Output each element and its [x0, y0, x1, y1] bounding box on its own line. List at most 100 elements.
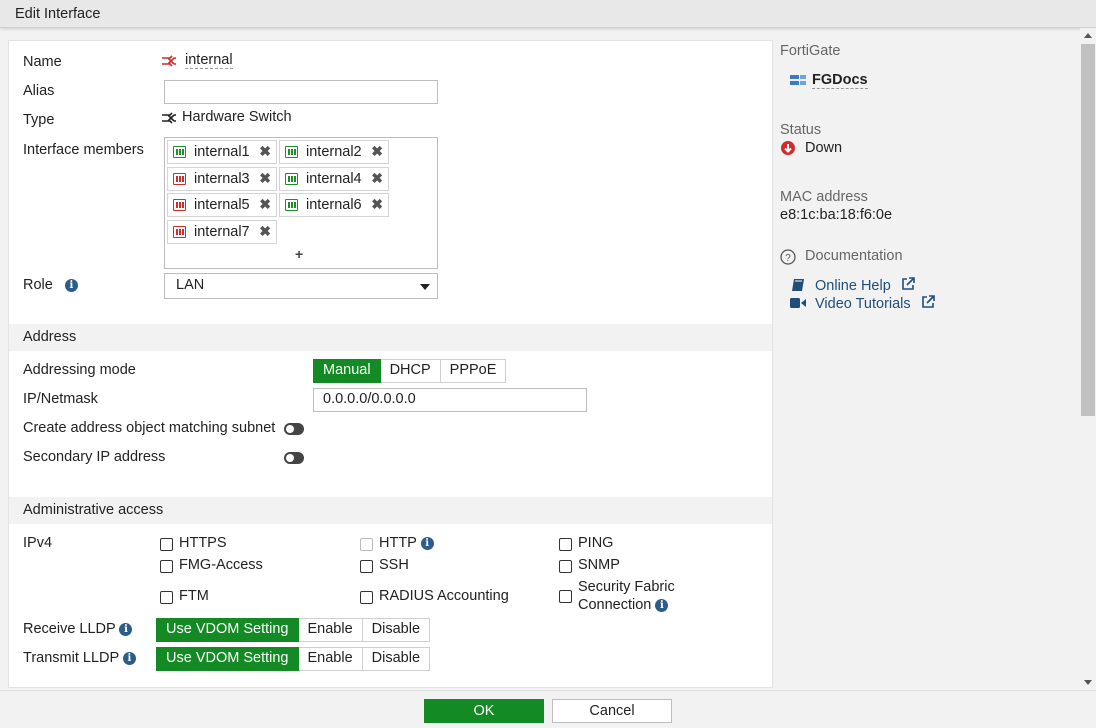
- security-fabric-checkbox[interactable]: [559, 590, 572, 603]
- add-member-icon[interactable]: +: [295, 246, 303, 262]
- member-chip[interactable]: internal5 ✖: [167, 193, 277, 217]
- transmit-lldp-vdom-button[interactable]: Use VDOM Setting: [156, 647, 299, 671]
- type-label: Type: [23, 112, 55, 128]
- member-chip[interactable]: internal4 ✖: [279, 167, 389, 191]
- scrollbar-thumb[interactable]: [1081, 44, 1095, 416]
- receive-lldp-vdom-button[interactable]: Use VDOM Setting: [156, 618, 299, 642]
- member-label: internal1: [194, 144, 250, 160]
- ok-button[interactable]: OK: [424, 699, 544, 723]
- ftm-checkbox[interactable]: [160, 591, 173, 604]
- transmit-lldp-group: Use VDOM Setting Enable Disable: [156, 647, 431, 671]
- role-value: LAN: [176, 277, 205, 293]
- remove-icon[interactable]: ✖: [259, 143, 271, 160]
- receive-lldp-label: Receive LLDP i: [23, 621, 133, 637]
- ssh-label: SSH: [379, 557, 409, 573]
- mode-pppoe-button[interactable]: PPPoE: [440, 359, 507, 383]
- receive-lldp-group: Use VDOM Setting Enable Disable: [156, 618, 431, 642]
- remove-icon[interactable]: ✖: [371, 170, 383, 187]
- fortigate-label: FortiGate: [780, 43, 841, 59]
- scroll-down-icon[interactable]: [1084, 680, 1092, 685]
- remove-icon[interactable]: ✖: [371, 143, 383, 160]
- scroll-up-icon[interactable]: [1084, 33, 1092, 38]
- address-section-header: Address: [9, 324, 772, 351]
- ssh-checkbox[interactable]: [360, 560, 373, 573]
- svg-text:?: ?: [785, 253, 791, 264]
- remove-icon[interactable]: ✖: [259, 196, 271, 213]
- member-chip[interactable]: internal1 ✖: [167, 140, 277, 164]
- http-label-text: HTTP: [379, 535, 417, 551]
- security-fabric-label-line1: Security Fabric: [578, 579, 675, 595]
- member-label: internal4: [306, 171, 362, 187]
- cancel-button[interactable]: Cancel: [552, 699, 672, 723]
- member-label: internal7: [194, 224, 250, 240]
- member-chip[interactable]: internal3 ✖: [167, 167, 277, 191]
- info-icon[interactable]: i: [119, 623, 133, 636]
- info-icon[interactable]: i: [64, 279, 78, 292]
- port-down-icon: [173, 226, 186, 238]
- alias-label: Alias: [23, 83, 55, 99]
- snmp-checkbox[interactable]: [559, 560, 572, 573]
- https-checkbox[interactable]: [160, 538, 173, 551]
- chevron-down-icon: [420, 284, 430, 290]
- secondary-ip-label: Secondary IP address: [23, 449, 166, 465]
- fortigate-value[interactable]: FGDocs: [812, 72, 868, 89]
- remove-icon[interactable]: ✖: [259, 170, 271, 187]
- fmg-access-checkbox[interactable]: [160, 560, 173, 573]
- transmit-lldp-enable-button[interactable]: Enable: [298, 647, 363, 671]
- switch-icon: [162, 55, 176, 67]
- receive-lldp-enable-button[interactable]: Enable: [298, 618, 363, 642]
- member-chip[interactable]: internal7 ✖: [167, 220, 277, 244]
- interface-members-box[interactable]: internal1 ✖ internal2 ✖ internal3 ✖ inte…: [164, 137, 438, 269]
- mode-manual-button[interactable]: Manual: [313, 359, 381, 383]
- ping-checkbox[interactable]: [559, 538, 572, 551]
- online-help-link[interactable]: Online Help: [815, 277, 915, 294]
- member-chip[interactable]: internal2 ✖: [279, 140, 389, 164]
- mac-label: MAC address: [780, 189, 868, 205]
- port-down-icon: [173, 199, 186, 211]
- secondary-ip-toggle[interactable]: [284, 452, 304, 464]
- edit-form-panel: Name internal Alias Type Hardware Switch…: [8, 40, 773, 688]
- role-label-text: Role: [23, 277, 53, 293]
- remove-icon[interactable]: ✖: [259, 223, 271, 240]
- create-address-toggle[interactable]: [284, 423, 304, 435]
- info-icon[interactable]: i: [655, 599, 669, 612]
- radius-accounting-checkbox[interactable]: [360, 591, 373, 604]
- http-label: HTTP i: [379, 535, 434, 551]
- radius-accounting-label: RADIUS Accounting: [379, 588, 509, 604]
- member-label: internal3: [194, 171, 250, 187]
- fmg-access-label: FMG-Access: [179, 557, 263, 573]
- status-down-icon: [781, 141, 795, 155]
- member-chip[interactable]: internal6 ✖: [279, 193, 389, 217]
- info-icon[interactable]: i: [122, 652, 136, 665]
- receive-lldp-disable-button[interactable]: Disable: [362, 618, 431, 642]
- member-label: internal6: [306, 197, 362, 213]
- type-value: Hardware Switch: [182, 109, 292, 125]
- port-down-icon: [173, 173, 186, 185]
- external-link-icon: [901, 277, 915, 290]
- snmp-label: SNMP: [578, 557, 620, 573]
- remove-icon[interactable]: ✖: [371, 196, 383, 213]
- dialog-title: Edit Interface: [15, 6, 101, 22]
- video-tutorials-link[interactable]: Video Tutorials: [815, 295, 935, 312]
- name-label: Name: [23, 54, 62, 70]
- members-label: Interface members: [23, 142, 144, 158]
- port-up-icon: [285, 146, 298, 158]
- port-up-icon: [285, 173, 298, 185]
- transmit-lldp-disable-button[interactable]: Disable: [362, 647, 431, 671]
- ip-netmask-input[interactable]: 0.0.0.0/0.0.0.0: [313, 388, 587, 412]
- documentation-label: Documentation: [805, 248, 903, 264]
- mode-dhcp-button[interactable]: DHCP: [380, 359, 441, 383]
- info-icon[interactable]: i: [420, 537, 434, 550]
- vertical-scrollbar[interactable]: [1080, 28, 1096, 690]
- security-fabric-label-text: Connection: [578, 597, 652, 613]
- role-select[interactable]: LAN: [164, 273, 438, 299]
- section-title: Administrative access: [23, 502, 164, 518]
- dialog-titlebar: Edit Interface: [0, 0, 1096, 28]
- http-checkbox: [360, 538, 373, 551]
- addressing-mode-group: Manual DHCP PPPoE: [313, 359, 507, 383]
- alias-input[interactable]: [164, 80, 438, 104]
- transmit-lldp-label: Transmit LLDP i: [23, 650, 136, 666]
- section-title: Address: [23, 329, 77, 345]
- status-label: Status: [780, 122, 822, 138]
- member-label: internal2: [306, 144, 362, 160]
